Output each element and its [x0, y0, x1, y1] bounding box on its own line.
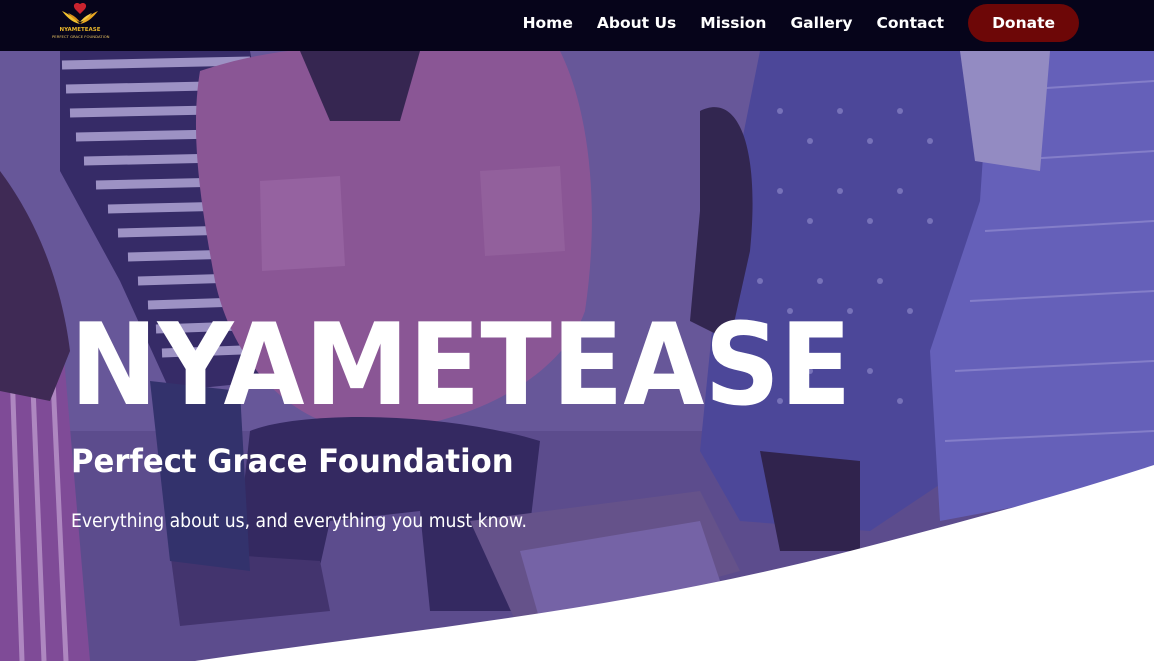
logo-subtitle: PERFECT GRACE FOUNDATION	[52, 34, 110, 39]
nav-link-contact[interactable]: Contact	[877, 14, 945, 32]
hero-tagline: Everything about us, and everything you …	[71, 511, 527, 532]
nav-link-about-us[interactable]: About Us	[597, 14, 676, 32]
nav-link-gallery[interactable]: Gallery	[790, 14, 852, 32]
hero-subtitle: Perfect Grace Foundation	[71, 442, 514, 480]
top-navbar: NYAMETEASE PERFECT GRACE FOUNDATION Home…	[0, 0, 1154, 51]
donate-button[interactable]: Donate	[968, 4, 1079, 42]
hero-title: NYAMETEASE	[70, 299, 852, 431]
hero-section: NYAMETEASE Perfect Grace Foundation Ever…	[0, 51, 1154, 661]
logo-title: NYAMETEASE	[59, 27, 101, 33]
nav-link-home[interactable]: Home	[523, 14, 573, 32]
main-nav: Home About Us Mission Gallery Contact Do…	[499, 4, 1079, 42]
nav-link-mission[interactable]: Mission	[700, 14, 766, 32]
hands-heart-icon	[62, 2, 98, 24]
site-logo[interactable]: NYAMETEASE PERFECT GRACE FOUNDATION	[52, 2, 110, 46]
